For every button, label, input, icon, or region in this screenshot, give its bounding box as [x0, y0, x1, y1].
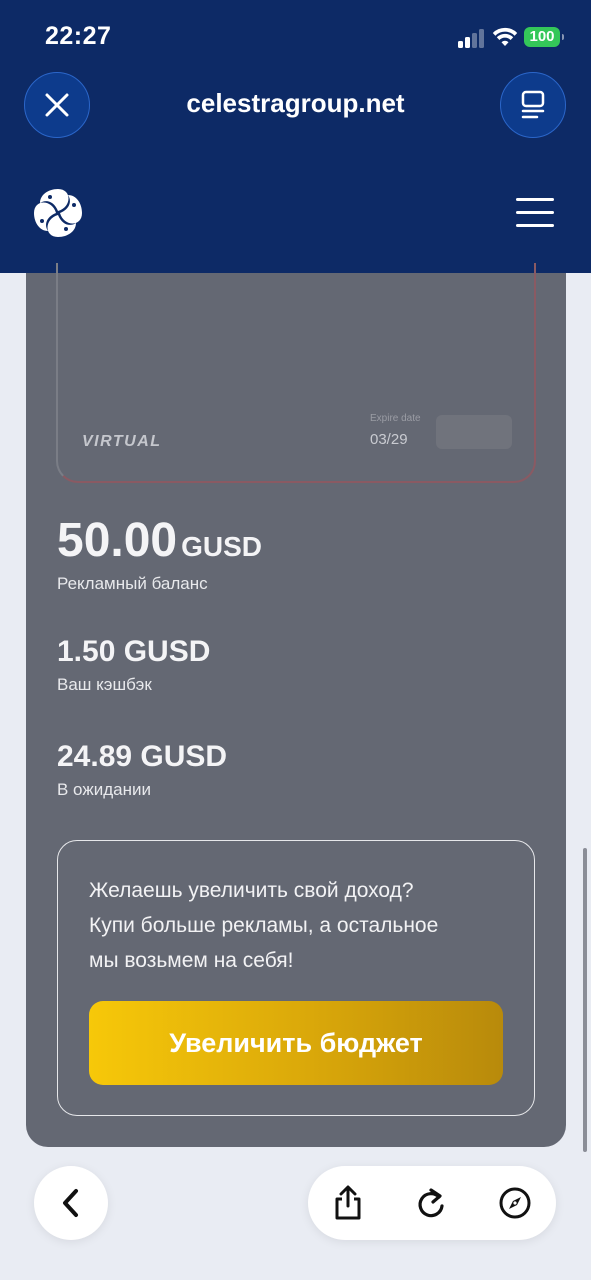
battery-indicator: 100 — [524, 27, 564, 47]
cashback-label: Ваш кэшбэк — [57, 675, 152, 694]
card-type-label: VIRTUAL — [82, 433, 162, 450]
promo-box: Желаешь увеличить свой доход? Купи больш… — [57, 840, 535, 1116]
reload-button[interactable] — [411, 1183, 451, 1223]
tabs-button[interactable] — [500, 72, 566, 138]
back-button[interactable] — [34, 1166, 108, 1240]
pending-amount: 24.89 GUSD — [57, 740, 228, 773]
safari-button[interactable] — [495, 1183, 535, 1223]
cashback: 1.50 GUSD Ваш кэшбэк — [57, 635, 210, 695]
browser-header: 22:27 100 celestragroup.net — [0, 0, 591, 273]
card-hidden-field — [436, 415, 512, 449]
tabs-icon — [521, 90, 545, 119]
promo-line-2: Купи больше рекламы, а остальное — [89, 914, 439, 937]
page-scrollbar[interactable] — [583, 848, 587, 1152]
status-bar: 22:27 100 — [0, 0, 591, 70]
hamburger-menu-icon[interactable] — [516, 195, 556, 227]
browser-toolbar — [308, 1166, 556, 1240]
site-navbar — [0, 165, 591, 265]
account-panel: VIRTUAL Expire date 03/29 50.00 GUSD Рекл… — [26, 263, 566, 1147]
cellular-signal-icon — [458, 28, 486, 48]
expire-date-label: Expire date — [370, 413, 421, 424]
promo-line-3: мы возьмем на себя! — [89, 949, 294, 972]
share-button[interactable] — [328, 1183, 368, 1223]
pending-label: В ожидании — [57, 780, 151, 799]
increase-budget-button[interactable]: Увеличить бюджет — [89, 1001, 503, 1085]
promo-line-1: Желаешь увеличить свой доход? — [89, 879, 414, 902]
pending: 24.89 GUSD В ожидании — [57, 740, 227, 800]
promo-text: Желаешь увеличить свой доход? Купи больш… — [89, 873, 519, 978]
expire-date-value: 03/29 — [370, 431, 408, 448]
share-icon — [335, 1185, 361, 1220]
virtual-card[interactable]: VIRTUAL Expire date 03/29 — [56, 263, 536, 483]
celestra-logo[interactable] — [28, 183, 88, 243]
ad-balance-amount: 50.00 GUSD — [57, 514, 263, 567]
compass-icon — [499, 1187, 531, 1219]
chevron-left-icon — [63, 1189, 78, 1217]
status-time: 22:27 — [45, 22, 112, 50]
reload-icon — [418, 1188, 444, 1218]
cashback-amount: 1.50 GUSD — [57, 635, 211, 668]
wifi-icon — [492, 27, 518, 46]
ad-balance-label: Рекламный баланс — [57, 574, 208, 593]
address-bar: celestragroup.net — [0, 70, 591, 140]
ad-balance: 50.00 GUSD Рекламный баланс — [57, 513, 262, 594]
